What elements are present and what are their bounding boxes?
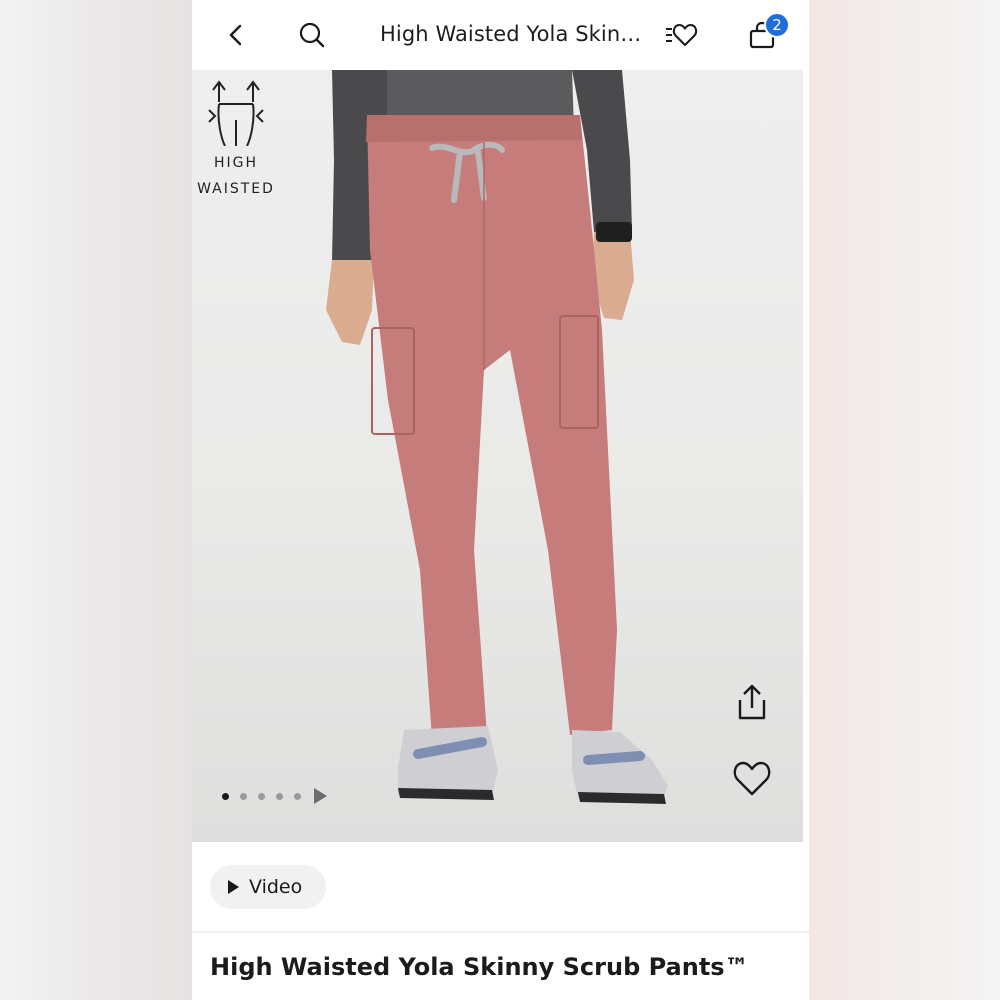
carousel-dot-5[interactable] — [294, 792, 301, 800]
page-title: High Waisted Yola Skin… — [380, 22, 642, 46]
high-waist-icon — [208, 80, 264, 147]
video-button[interactable]: Video — [210, 865, 326, 909]
product-title: High Waisted Yola Skinny Scrub Pants™ — [210, 953, 749, 981]
bag-count-badge: 2 — [764, 12, 790, 38]
product-image-carousel[interactable]: HIGH WAISTED — [192, 70, 803, 842]
search-button[interactable] — [295, 18, 329, 52]
badge-line-1: HIGH — [213, 155, 259, 171]
carousel-dot-1[interactable] — [222, 792, 229, 800]
top-nav-bar: High Waisted Yola Skin… 2 — [192, 0, 809, 70]
video-label: Video — [249, 876, 303, 898]
badge-line-2: WAISTED — [197, 181, 275, 197]
wishlist-button[interactable] — [664, 18, 700, 52]
section-divider — [192, 931, 809, 933]
carousel-dot-3[interactable] — [258, 792, 265, 800]
chevron-left-icon — [229, 24, 242, 46]
carousel-indicator[interactable] — [222, 788, 327, 804]
search-icon — [299, 22, 325, 48]
background-blur-left — [0, 0, 192, 1000]
share-button[interactable] — [732, 682, 772, 722]
heart-icon — [733, 761, 771, 796]
high-waisted-badge: HIGH WAISTED — [196, 80, 276, 202]
share-icon — [738, 684, 766, 720]
favorite-button[interactable] — [732, 758, 772, 798]
back-button[interactable] — [220, 18, 254, 52]
background-blur-right — [808, 0, 1000, 1000]
app-screen: High Waisted Yola Skin… 2 HIGH WAISTED V… — [192, 0, 809, 1000]
carousel-dot-2[interactable] — [240, 792, 247, 800]
wishlist-icon — [666, 23, 698, 47]
play-icon — [228, 880, 239, 894]
product-photo — [326, 70, 668, 804]
carousel-dot-4[interactable] — [276, 792, 283, 800]
carousel-play-icon[interactable] — [314, 788, 327, 804]
